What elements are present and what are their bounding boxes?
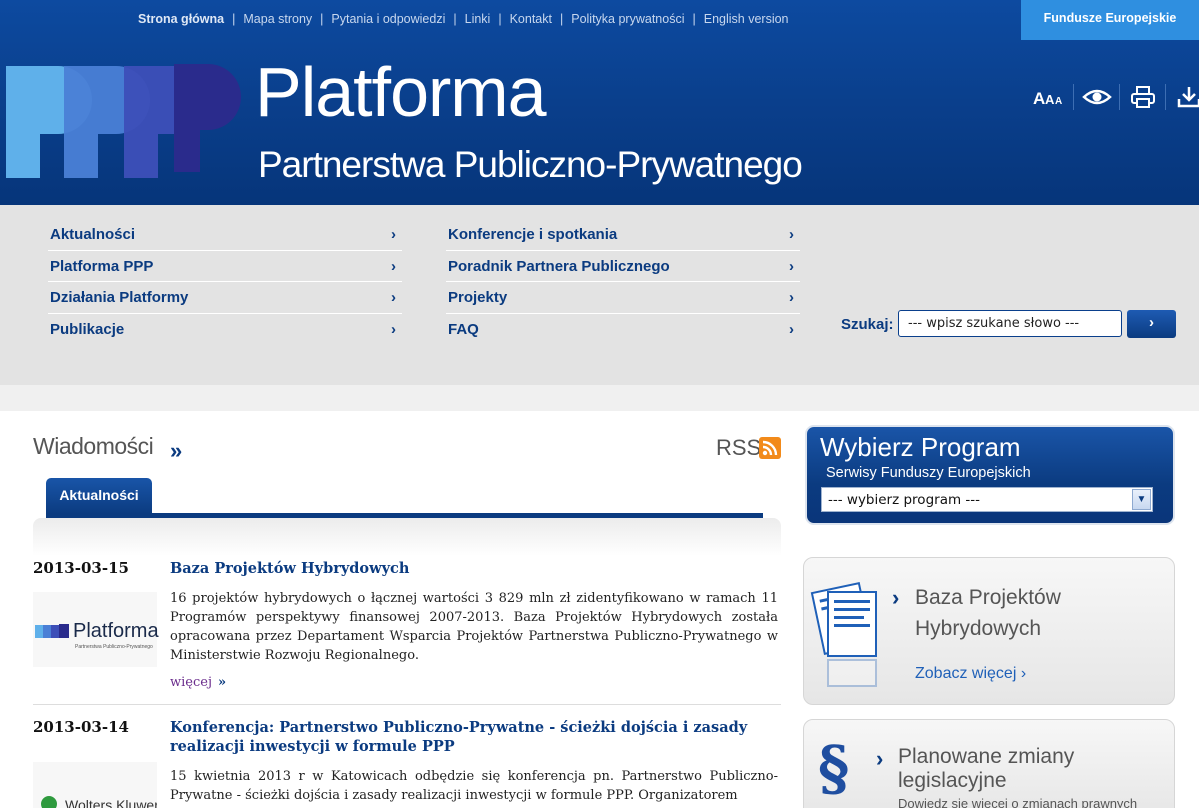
- chevron-right-icon: ›: [892, 585, 900, 610]
- svg-text:A: A: [1033, 89, 1045, 107]
- program-subtitle: Serwisy Funduszy Europejskich: [826, 465, 1031, 481]
- topnav-links-link[interactable]: Linki: [465, 12, 491, 26]
- program-selector-box: Wybierz Program Serwisy Funduszy Europej…: [805, 425, 1175, 525]
- double-chevron-icon[interactable]: »: [170, 438, 182, 464]
- menu-item-platforma-ppp[interactable]: Platforma PPP ›: [48, 251, 402, 283]
- program-title: Wybierz Program: [820, 432, 1021, 462]
- chevron-right-icon: ›: [391, 257, 396, 275]
- news-thumbnail[interactable]: Wolters Kluwer: [33, 762, 157, 808]
- font-size-icon[interactable]: AAA: [1027, 84, 1073, 110]
- search-label: Szukaj:: [841, 316, 894, 333]
- baza-projektow-card[interactable]: › Baza Projektów Hybrydowych Zobacz więce…: [803, 557, 1175, 705]
- topnav-sitemap-link[interactable]: Mapa strony: [243, 12, 312, 26]
- chevron-right-icon: ›: [876, 746, 884, 771]
- print-icon[interactable]: [1119, 84, 1165, 110]
- fundusze-europejskie-button[interactable]: Fundusze Europejskie: [1021, 0, 1199, 40]
- menu-item-projekty[interactable]: Projekty ›: [446, 282, 800, 315]
- news-section-title[interactable]: Wiadomości: [33, 433, 154, 460]
- rss-icon[interactable]: [759, 437, 781, 459]
- news-list-header: [33, 518, 781, 556]
- chevron-right-icon: ›: [1020, 665, 1027, 682]
- topnav-home-link[interactable]: Strona główna: [138, 12, 224, 26]
- zobacz-wiecej-link[interactable]: Zobacz więcej ›: [915, 665, 1026, 683]
- paragraph-icon: §: [818, 734, 850, 804]
- chevron-right-icon: ›: [789, 289, 794, 307]
- menu-item-aktualnosci[interactable]: Aktualności ›: [48, 219, 402, 251]
- thumb-logo-text: Platforma: [73, 620, 159, 642]
- chevron-right-icon: ›: [789, 225, 794, 243]
- news-date: 2013-03-14: [33, 718, 129, 736]
- news-item: 2013-03-14 Konferencja: Partnerstwo Publ…: [33, 718, 781, 808]
- chevron-right-icon: ›: [391, 225, 396, 243]
- menu-item-faq[interactable]: FAQ ›: [446, 314, 800, 346]
- more-link[interactable]: więcej»: [170, 675, 226, 690]
- news-body: 15 kwietnia 2013 r w Katowicach odbędzie…: [170, 769, 778, 803]
- chevron-right-icon: ›: [789, 257, 794, 275]
- rss-label[interactable]: RSS: [716, 435, 761, 461]
- site-header: Strona główna | Mapa strony | Pytania i odpo…: [0, 0, 1199, 205]
- main-menu-area: Aktualności › Platforma PPP › Działania Pl…: [0, 205, 1199, 385]
- topnav-english-link[interactable]: English version: [704, 12, 789, 26]
- site-title: Platforma: [255, 53, 547, 131]
- chevron-down-icon[interactable]: ▼: [1132, 489, 1151, 510]
- card-subtitle: Dowiedz się więcej o zmianach prawnych: [898, 796, 1138, 808]
- topnav-faq-link[interactable]: Pytania i odpowiedzi: [331, 12, 445, 26]
- svg-text:A: A: [1045, 92, 1055, 107]
- thumb-logo-text: Wolters Kluwer: [65, 797, 157, 808]
- menu-item-dzialania-platformy[interactable]: Działania Platformy ›: [48, 282, 402, 315]
- search-input[interactable]: [898, 310, 1122, 337]
- chevron-right-icon: ›: [391, 289, 396, 307]
- tab-aktualnosci[interactable]: Aktualności: [46, 478, 152, 514]
- card-title: Baza Projektów Hybrydowych: [915, 586, 1061, 640]
- site-subtitle: Partnerstwa Publiczno-Prywatnego: [258, 144, 803, 185]
- thumb-logo-subtext: Partnerstwa Publiczno-Prywatnego: [75, 644, 153, 650]
- menu-item-poradnik[interactable]: Poradnik Partnera Publicznego ›: [446, 251, 800, 283]
- news-body: 16 projektów hybrydowych o łącznej warto…: [170, 591, 778, 663]
- documents-icon: [810, 581, 877, 687]
- search-button[interactable]: ›: [1127, 310, 1176, 338]
- download-icon[interactable]: [1165, 84, 1199, 110]
- planowane-zmiany-card[interactable]: § › Planowane zmiany legislacyjne Dowiedz…: [803, 719, 1175, 808]
- program-select[interactable]: --- wybierz program --- ▼: [821, 487, 1153, 512]
- card-title: Planowane zmiany legislacyjne: [898, 745, 1075, 792]
- chevron-right-icon: ›: [789, 321, 794, 339]
- main-menu-right: Konferencje i spotkania › Poradnik Partne…: [446, 219, 800, 346]
- chevron-right-icon: ›: [391, 321, 396, 339]
- topnav-contact-link[interactable]: Kontakt: [510, 12, 552, 26]
- ppp-logo[interactable]: [6, 58, 241, 180]
- topnav-privacy-link[interactable]: Polityka prywatności: [571, 12, 684, 26]
- top-navigation: Strona główna | Mapa strony | Pytania i odpo…: [138, 12, 789, 26]
- news-date: 2013-03-15: [33, 559, 129, 577]
- news-divider: [33, 704, 781, 705]
- accessibility-tools: AAA: [1027, 84, 1199, 110]
- menu-item-publikacje[interactable]: Publikacje ›: [48, 314, 402, 346]
- news-thumbnail[interactable]: Platforma Partnerstwa Publiczno-Prywatne…: [33, 592, 159, 667]
- contrast-eye-icon[interactable]: [1073, 84, 1119, 110]
- main-menu-left: Aktualności › Platforma PPP › Działania Pl…: [48, 219, 402, 346]
- svg-text:A: A: [1055, 96, 1062, 107]
- news-item: 2013-03-15 Baza Projektów Hybrydowych Pl…: [33, 559, 781, 699]
- news-title-link[interactable]: Konferencja: Partnerstwo Publiczno-Prywa…: [170, 718, 770, 756]
- menu-item-konferencje[interactable]: Konferencje i spotkania ›: [446, 219, 800, 251]
- separator-strip: [0, 385, 1199, 411]
- double-chevron-icon: »: [217, 675, 227, 690]
- news-title-link[interactable]: Baza Projektów Hybrydowych: [170, 559, 770, 578]
- wolters-kluwer-logo-icon: [41, 796, 57, 808]
